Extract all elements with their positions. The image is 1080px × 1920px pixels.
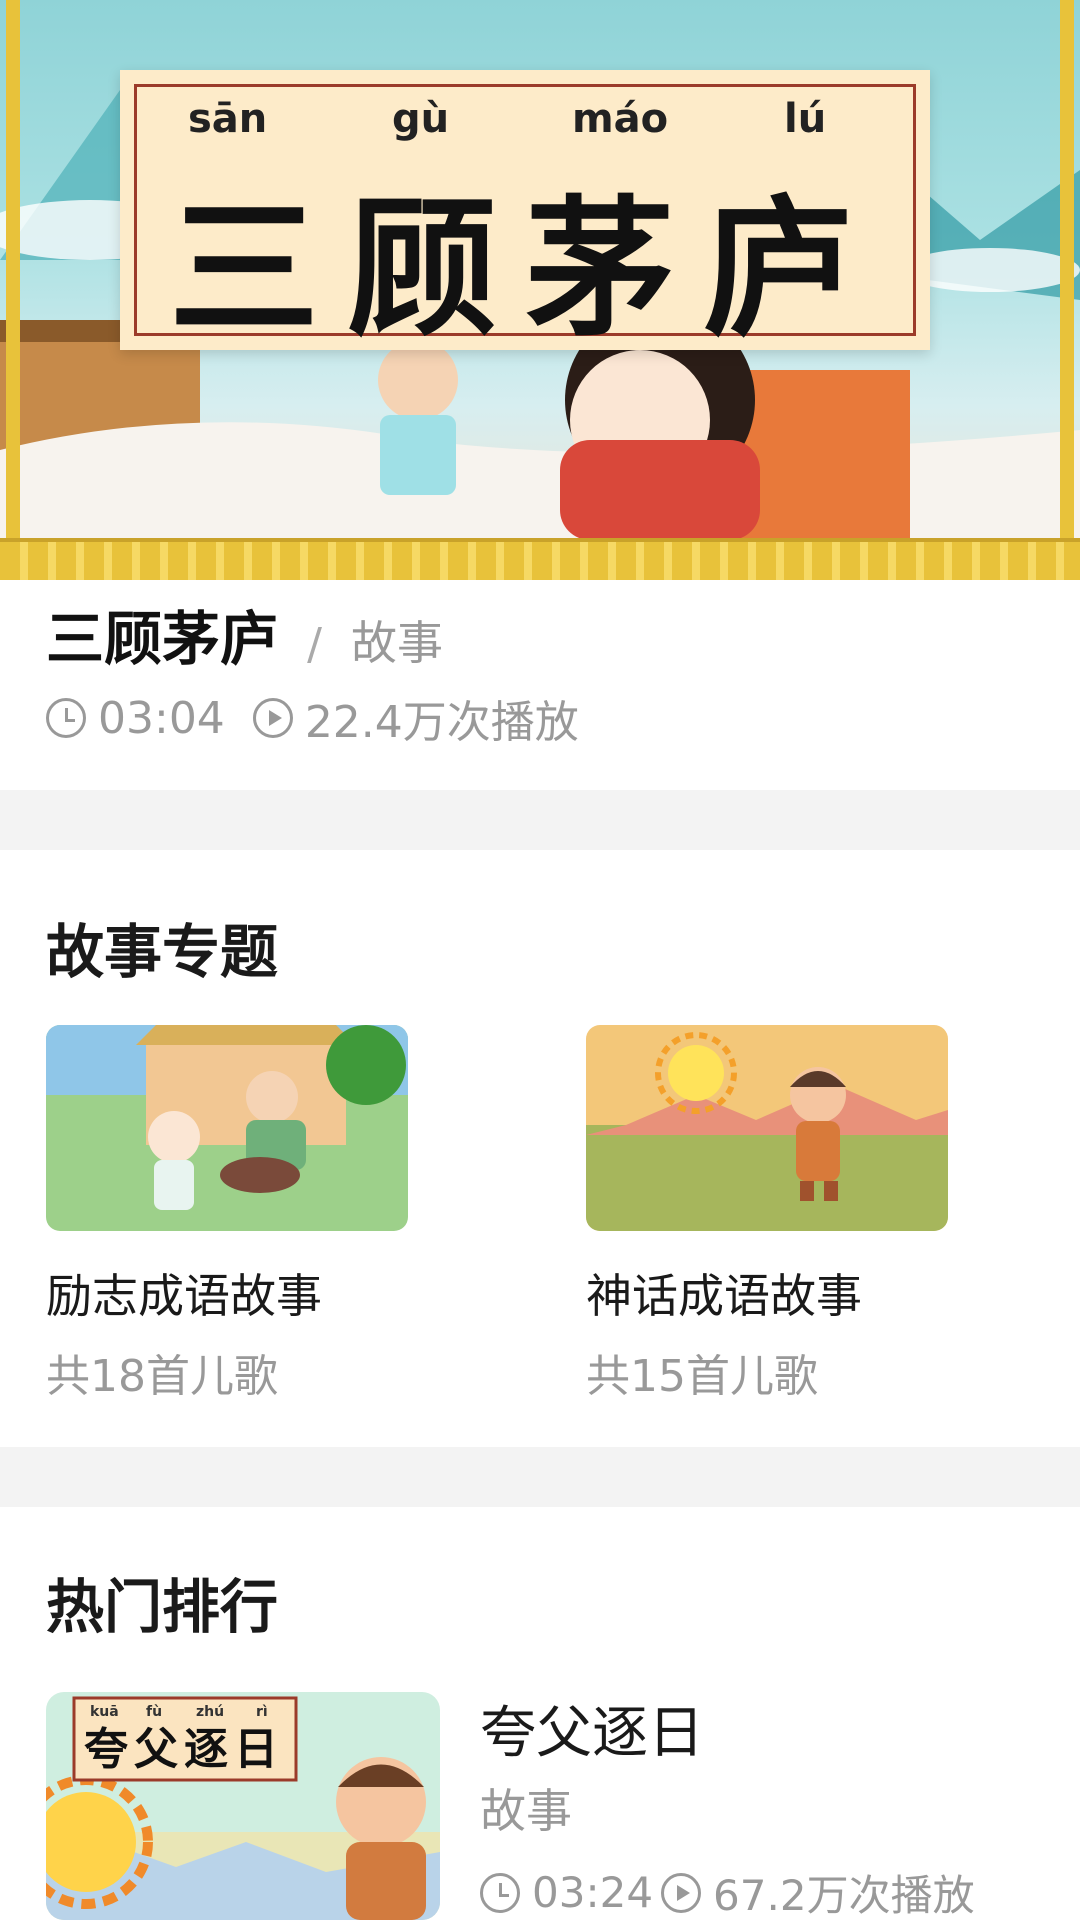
topic-name: 励志成语故事 <box>46 1269 322 1323</box>
topic-thumbnail <box>586 1025 948 1231</box>
topic-card-mythology[interactable]: 神话成语故事 共15首儿歌 <box>586 1025 948 1402</box>
play-count-icon <box>661 1872 702 1913</box>
thumb-pinyin-1: kuā <box>90 1704 119 1720</box>
ranking-item-thumbnail[interactable]: kuā fù zhú rì 夸父逐日 <box>46 1692 440 1920</box>
clock-icon <box>480 1872 520 1913</box>
story-play-count: 22.4万次播放 <box>304 697 579 748</box>
story-title: 三顾茅庐 <box>46 605 279 673</box>
topic-card-inspirational[interactable]: 励志成语故事 共18首儿歌 <box>46 1025 408 1402</box>
thumb-pinyin-3: zhú <box>196 1704 224 1720</box>
ranking-item-category: 故事 <box>480 1784 572 1838</box>
hero-title: 三顾茅庐 <box>168 181 881 357</box>
section-divider <box>0 1447 1080 1507</box>
title-separator: / <box>307 619 322 670</box>
story-detail-page: sān gù máo lú 三顾茅庐 三顾茅庐 / 故事 03:04 22.4万… <box>0 0 1080 1920</box>
ranking-heading: 热门排行 <box>46 1573 279 1641</box>
topic-thumbnail <box>46 1025 408 1231</box>
hero-pinyin-row: sān gù máo lú <box>120 96 930 146</box>
thumb-title: 夸父逐日 <box>84 1724 284 1775</box>
thumb-pinyin-2: fù <box>146 1704 162 1720</box>
hero-pinyin-4: lú <box>784 96 827 142</box>
ranking-item-play-count: 67.2万次播放 <box>713 1871 975 1920</box>
hero-title-card: sān gù máo lú 三顾茅庐 <box>120 70 930 357</box>
hero-banner[interactable]: sān gù máo lú 三顾茅庐 <box>0 0 1080 580</box>
ranking-item-meta: 03:24 67.2万次播放 <box>480 1862 975 1920</box>
ranking-item-title[interactable]: 夸父逐日 <box>480 1688 704 1769</box>
story-meta: 03:04 22.4万次播放 <box>46 686 579 750</box>
topic-name: 神话成语故事 <box>586 1269 862 1323</box>
thumb-pinyin-4: rì <box>256 1704 268 1720</box>
story-duration: 03:04 <box>98 692 225 744</box>
hero-border-pattern <box>0 538 1080 580</box>
topics-heading: 故事专题 <box>46 918 279 986</box>
play-count-icon <box>252 698 293 738</box>
ranking-item-duration: 03:24 <box>532 1868 654 1917</box>
section-divider <box>0 790 1080 850</box>
topic-count: 共15首儿歌 <box>586 1351 818 1402</box>
story-info: 三顾茅庐 / 故事 <box>46 592 1046 676</box>
story-category: 故事 <box>351 616 444 670</box>
clock-icon <box>46 698 86 738</box>
hero-pinyin-1: sān <box>188 96 268 142</box>
topic-count: 共18首儿歌 <box>46 1351 278 1402</box>
hero-pinyin-2: gù <box>392 96 450 142</box>
hero-pinyin-3: máo <box>572 96 669 142</box>
